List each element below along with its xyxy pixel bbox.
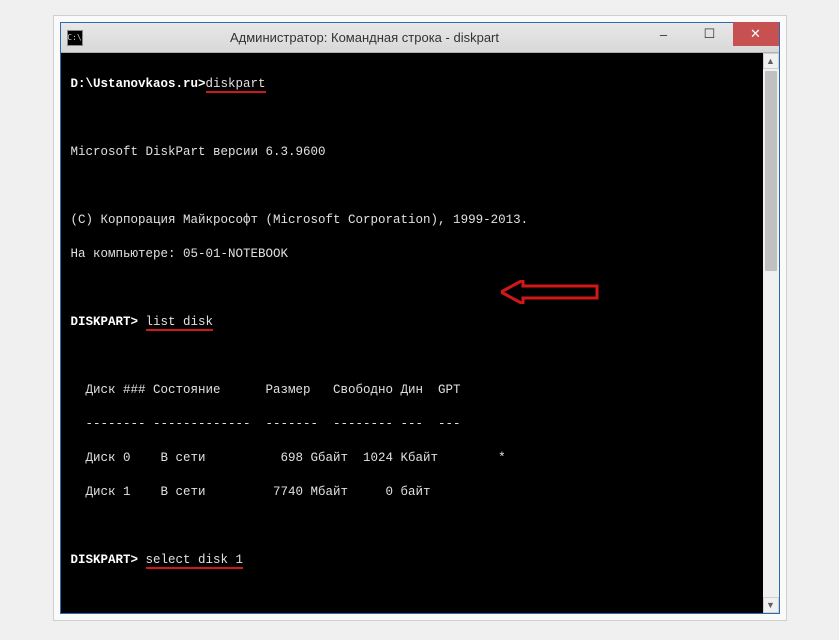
titlebar[interactable]: C:\ Администратор: Командная строка - di… [61, 23, 779, 53]
screenshot-frame: C:\ Администратор: Командная строка - di… [53, 15, 787, 621]
console-output[interactable]: D:\Ustanovkaos.ru>diskpart Microsoft Dis… [61, 53, 779, 613]
prompt-path: D:\Ustanovkaos.ru> [71, 77, 206, 91]
vertical-scrollbar[interactable]: ▲ ▼ [763, 53, 779, 613]
line-computer: На компьютере: 05-01-NOTEBOOK [71, 246, 769, 263]
line-list-disk: DISKPART> list disk [71, 314, 769, 331]
close-button[interactable]: ✕ [733, 22, 779, 46]
scroll-down-arrow-icon[interactable]: ▼ [763, 597, 779, 613]
line-version: Microsoft DiskPart версии 6.3.9600 [71, 144, 769, 161]
spacer [71, 518, 769, 535]
spacer [71, 110, 769, 127]
maximize-button[interactable]: ☐ [687, 22, 733, 46]
spacer [71, 586, 769, 603]
scroll-up-arrow-icon[interactable]: ▲ [763, 53, 779, 69]
annotation-arrow-icon [501, 246, 601, 338]
table-row-disk0: Диск 0 В сети 698 Gбайт 1024 Kбайт * [71, 450, 769, 467]
spacer [71, 280, 769, 297]
window-title: Администратор: Командная строка - diskpa… [89, 30, 641, 45]
scroll-thumb[interactable] [765, 71, 777, 271]
line-copyright: (C) Корпорация Майкрософт (Microsoft Cor… [71, 212, 769, 229]
spacer [71, 348, 769, 365]
table-header: Диск ### Состояние Размер Свободно Дин G… [71, 382, 769, 399]
diskpart-prompt: DISKPART> [71, 553, 146, 567]
cmd-diskpart: diskpart [206, 77, 266, 93]
cmd-icon: C:\ [67, 30, 83, 46]
line-select-disk: DISKPART> select disk 1 [71, 552, 769, 569]
console-area: D:\Ustanovkaos.ru>diskpart Microsoft Dis… [61, 53, 779, 613]
cmd-window: C:\ Администратор: Командная строка - di… [60, 22, 780, 614]
cmd-list-disk: list disk [146, 315, 214, 331]
line-initial-prompt: D:\Ustanovkaos.ru>diskpart [71, 76, 769, 93]
table-divider: -------- ------------- ------- -------- … [71, 416, 769, 433]
cmd-select-disk: select disk 1 [146, 553, 244, 569]
window-buttons: – ☐ ✕ [641, 23, 779, 52]
spacer [71, 178, 769, 195]
table-row-disk1: Диск 1 В сети 7740 Mбайт 0 байт [71, 484, 769, 501]
minimize-button[interactable]: – [641, 22, 687, 46]
diskpart-prompt: DISKPART> [71, 315, 146, 329]
